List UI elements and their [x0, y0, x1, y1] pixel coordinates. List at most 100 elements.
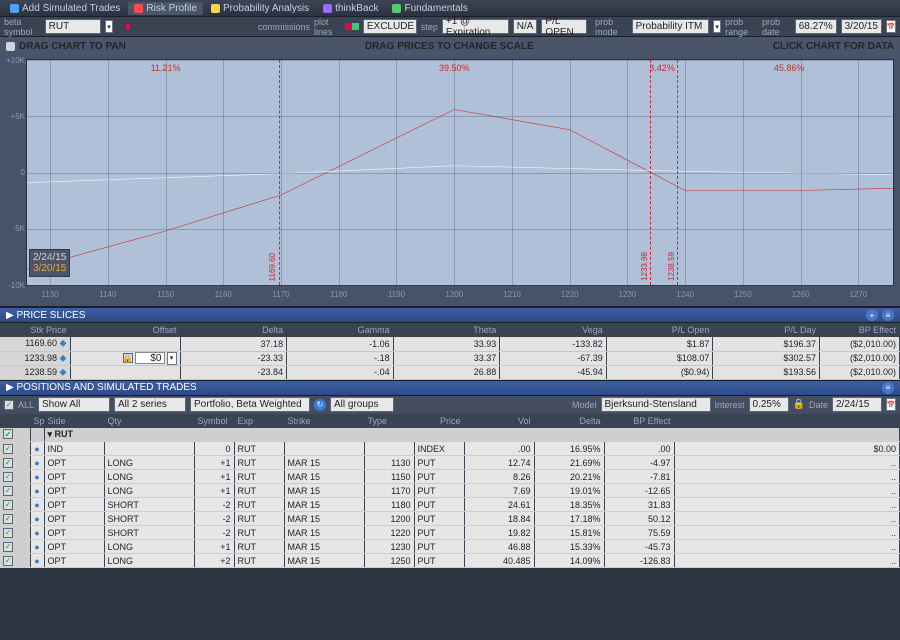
positions-header[interactable]: ▶ POSITIONS AND SIMULATED TRADES ≡ [0, 380, 900, 396]
pcol-Vol[interactable]: Vol [464, 414, 534, 428]
pcol-Strike[interactable]: Strike [284, 414, 364, 428]
tab-fundamentals[interactable]: Fundamentals [386, 2, 473, 15]
step-select[interactable]: +1 @ Expiration [442, 19, 509, 34]
row-check[interactable]: ✓ [3, 542, 13, 552]
pcol-Price[interactable]: Price [414, 414, 464, 428]
position-row[interactable]: ✓●OPTSHORT-2RUTMAR 151200PUT18.8417.18%5… [0, 512, 900, 526]
col-offset[interactable]: Offset [70, 323, 180, 337]
pcol-Qty[interactable]: Qty [104, 414, 194, 428]
interest-input[interactable]: 0.25% [749, 397, 789, 412]
dot-icon[interactable]: ● [30, 442, 44, 456]
positions-menu-icon[interactable]: ≡ [882, 382, 894, 394]
show-select[interactable]: Show All [38, 397, 110, 412]
tab-risk-profile[interactable]: Risk Profile [128, 2, 203, 15]
all-checkbox[interactable]: ✓ [4, 400, 14, 410]
pcol-Exp[interactable]: Exp [234, 414, 284, 428]
positions-head: SpreadSideQtySymbolExpStrikeTypePriceVol… [0, 414, 900, 428]
groups-select[interactable]: All groups [330, 397, 394, 412]
col-p-l-open[interactable]: P/L Open [606, 323, 713, 337]
positions-title: POSITIONS AND SIMULATED TRADES [16, 382, 196, 393]
dot-icon[interactable]: ● [30, 512, 44, 526]
symbol-row[interactable]: ✓▾ RUT [0, 428, 900, 442]
position-row[interactable]: ✓●IND0RUTINDEX.0016.95%.00$0.00 [0, 442, 900, 456]
pcol-Symbol[interactable]: Symbol [194, 414, 234, 428]
positions-filterbar: ✓ ALL Show All All 2 series Portfolio, B… [0, 396, 900, 414]
date-dropdown[interactable]: 📅 [886, 398, 896, 411]
tab-icon [392, 4, 401, 13]
dot-icon[interactable]: ● [30, 456, 44, 470]
pcol-Spread[interactable]: Spread [30, 414, 44, 428]
date-input[interactable]: 2/24/15 [832, 397, 882, 412]
offset-drop[interactable]: ▾ [167, 352, 177, 365]
probdate-input[interactable]: 3/20/15 [841, 19, 882, 34]
row-check[interactable]: ✓ [3, 500, 13, 510]
refresh-icon[interactable]: ↻ [314, 399, 326, 411]
col-delta[interactable]: Delta [180, 323, 287, 337]
col-gamma[interactable]: Gamma [287, 323, 394, 337]
dot-icon[interactable]: ● [30, 470, 44, 484]
slice-row[interactable]: 1238.59 ⬥-23.84-.0426.88-45.94($0.94)$19… [0, 365, 900, 379]
dot-icon[interactable]: ● [30, 526, 44, 540]
model-select[interactable]: Bjerksund-Stensland [601, 397, 711, 412]
slice-menu-icon[interactable]: ≡ [882, 309, 894, 321]
probmode-dropdown[interactable]: ▾ [713, 20, 721, 33]
mode-select[interactable]: Portfolio, Beta Weighted [190, 397, 310, 412]
col-vega[interactable]: Vega [500, 323, 607, 337]
lock-icon[interactable]: 🔒 [123, 353, 133, 363]
hint-right: CLICK CHART FOR DATA [773, 41, 894, 52]
row-check[interactable]: ✓ [3, 556, 13, 566]
col-stk-price[interactable]: Stk Price [0, 323, 70, 337]
add-slice-icon[interactable]: + [866, 309, 878, 321]
row-check[interactable]: ✓ [3, 486, 13, 496]
row-check[interactable]: ✓ [3, 444, 13, 454]
tab-thinkback[interactable]: thinkBack [317, 2, 384, 15]
lock-icon[interactable]: 🔒 [793, 399, 805, 410]
position-row[interactable]: ✓●OPTSHORT-2RUTMAR 151180PUT24.6118.35%3… [0, 498, 900, 512]
dot-icon[interactable]: ● [30, 554, 44, 568]
plotlines-select[interactable]: EXCLUDE [363, 19, 417, 34]
pcol-Type[interactable]: Type [364, 414, 414, 428]
col-p-l-day[interactable]: P/L Day [713, 323, 820, 337]
position-row[interactable]: ✓●OPTLONG+1RUTMAR 151170PUT7.6919.01%-12… [0, 484, 900, 498]
row-check[interactable]: ✓ [3, 528, 13, 538]
tab-label: Risk Profile [146, 3, 197, 14]
probdate-dropdown[interactable]: 📅 [886, 20, 896, 33]
pcol-Delta[interactable]: Delta [534, 414, 604, 428]
plopen-select[interactable]: P/L OPEN [541, 19, 587, 34]
prob-label: 39.50% [439, 63, 470, 73]
series-select[interactable]: All 2 series [114, 397, 186, 412]
tab-icon [211, 4, 220, 13]
positions-body[interactable]: ✓▾ RUT✓●IND0RUTINDEX.0016.95%.00$0.00✓●O… [0, 428, 900, 568]
position-row[interactable]: ✓●OPTLONG+1RUTMAR 151230PUT46.8815.33%-4… [0, 540, 900, 554]
pcol-chk[interactable] [0, 414, 30, 428]
beta-symbol-dropdown[interactable]: ▾ [105, 20, 113, 33]
slice-row[interactable]: 1233.98 ⬥🔒▾-23.33-.1833.37-67.39$108.07$… [0, 351, 900, 365]
risk-chart[interactable]: 2/24/153/20/15 +10K+5K0-5K-10K1130114011… [0, 55, 900, 307]
position-row[interactable]: ✓●OPTLONG+2RUTMAR 151250PUT40.48514.09%-… [0, 554, 900, 568]
position-row[interactable]: ✓●OPTLONG+1RUTMAR 151130PUT12.7421.69%-4… [0, 456, 900, 470]
tab-add-simulated-trades[interactable]: Add Simulated Trades [4, 2, 126, 15]
slice-row[interactable]: 1169.60 ⬥37.18-1.0633.93-133.82$1.87$196… [0, 337, 900, 351]
dot-icon[interactable]: ● [30, 498, 44, 512]
dot-icon[interactable]: ● [30, 540, 44, 554]
probrange-input[interactable]: 68.27% [795, 19, 837, 34]
beta-symbol-input[interactable]: RUT [45, 19, 101, 34]
position-row[interactable]: ✓●OPTLONG+1RUTMAR 151150PUT8.2620.21%-7.… [0, 470, 900, 484]
row-check[interactable]: ✓ [3, 458, 13, 468]
offset-input[interactable] [135, 352, 165, 364]
col-theta[interactable]: Theta [393, 323, 500, 337]
plotlines-label: plot lines [314, 17, 341, 37]
price-slices-header[interactable]: ▶ PRICE SLICES +≡ [0, 307, 900, 323]
row-check[interactable]: ✓ [3, 514, 13, 524]
link-icon[interactable] [126, 24, 131, 30]
pcol-Side[interactable]: Side [44, 414, 104, 428]
pcol-BP Effect[interactable]: BP Effect [604, 414, 674, 428]
tab-probability-analysis[interactable]: Probability Analysis [205, 2, 315, 15]
position-row[interactable]: ✓●OPTSHORT-2RUTMAR 151220PUT19.8215.81%7… [0, 526, 900, 540]
dot-icon[interactable]: ● [30, 484, 44, 498]
y-tick: -10K [3, 281, 25, 290]
col-bp-effect[interactable]: BP Effect [820, 323, 900, 337]
row-check[interactable]: ✓ [3, 472, 13, 482]
all-label: ALL [18, 400, 34, 410]
probmode-select[interactable]: Probability ITM [632, 19, 709, 34]
